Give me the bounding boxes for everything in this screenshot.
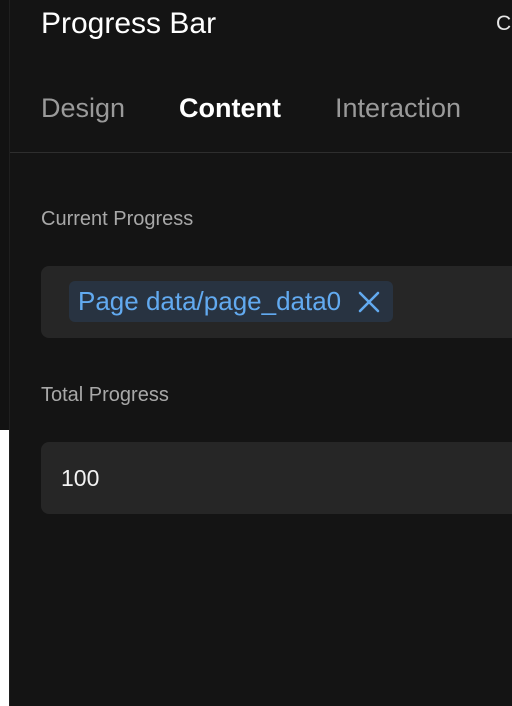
total-progress-input[interactable] bbox=[61, 442, 502, 514]
close-icon[interactable] bbox=[357, 290, 381, 314]
tab-interaction[interactable]: Interaction bbox=[335, 86, 461, 130]
data-binding-chip[interactable]: Page data/page_data0 bbox=[69, 281, 394, 322]
tab-content[interactable]: Content bbox=[179, 86, 281, 130]
header-action-button[interactable]: C bbox=[496, 10, 511, 38]
panel-header: Progress Bar C bbox=[41, 4, 512, 44]
panel-tabs: Design Content Interaction bbox=[41, 86, 512, 130]
page: Progress Bar C Design Content Interactio… bbox=[0, 0, 512, 706]
total-progress-label: Total Progress bbox=[41, 384, 169, 406]
total-progress-field bbox=[41, 442, 512, 514]
background-canvas bbox=[0, 0, 9, 430]
tabs-divider bbox=[10, 152, 512, 153]
data-binding-chip-label: Page data/page_data0 bbox=[78, 286, 342, 316]
current-progress-label: Current Progress bbox=[41, 208, 194, 230]
properties-panel: Progress Bar C Design Content Interactio… bbox=[9, 0, 512, 706]
current-progress-field[interactable]: Page data/page_data0 bbox=[41, 266, 512, 338]
panel-title: Progress Bar bbox=[41, 7, 217, 40]
tab-design[interactable]: Design bbox=[41, 86, 125, 130]
